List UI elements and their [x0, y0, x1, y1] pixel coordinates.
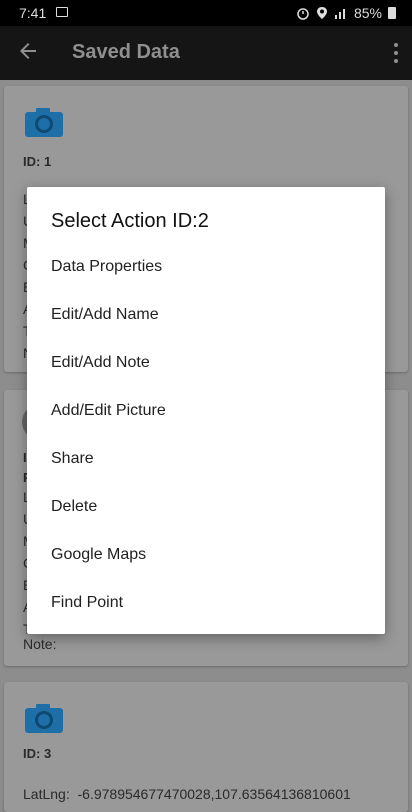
- select-action-dialog: Select Action ID:2 Data Properties Edit/…: [27, 187, 385, 634]
- location-icon: [316, 7, 327, 19]
- more-vert-icon[interactable]: [392, 41, 400, 65]
- item-id: ID: 3: [23, 746, 52, 761]
- status-bar: 7:41 85%: [0, 0, 412, 26]
- status-right: 85%: [296, 5, 396, 21]
- menu-item-find-point[interactable]: Find Point: [27, 579, 385, 627]
- note-label: Note:: [23, 636, 57, 652]
- menu-item-edit-note[interactable]: Edit/Add Note: [27, 339, 385, 387]
- menu-item-share[interactable]: Share: [27, 435, 385, 483]
- camera-icon: [25, 704, 63, 733]
- status-time: 7:41: [19, 5, 47, 21]
- menu-item-edit-picture[interactable]: Add/Edit Picture: [27, 387, 385, 435]
- dialog-title: Select Action ID:2: [51, 210, 209, 232]
- alarm-icon: [297, 8, 309, 20]
- battery-percent: 85%: [353, 5, 382, 21]
- page-title: Saved Data: [72, 41, 180, 63]
- menu-item-google-maps[interactable]: Google Maps: [27, 531, 385, 579]
- image-icon: [56, 7, 68, 17]
- battery-icon: [388, 7, 396, 19]
- item-id: ID: 1: [23, 154, 52, 169]
- menu-item-delete[interactable]: Delete: [27, 483, 385, 531]
- menu-item-edit-name[interactable]: Edit/Add Name: [27, 291, 385, 339]
- camera-icon: [25, 108, 63, 137]
- menu-item-data-properties[interactable]: Data Properties: [27, 243, 385, 291]
- list-item[interactable]: ID: 3 LatLng: -6.978954677470028,107.635…: [4, 682, 408, 812]
- action-menu: Data Properties Edit/Add Name Edit/Add N…: [27, 243, 385, 627]
- app-bar: Saved Data: [0, 26, 412, 80]
- signal-icon: [334, 9, 345, 19]
- back-arrow-icon[interactable]: [16, 39, 40, 63]
